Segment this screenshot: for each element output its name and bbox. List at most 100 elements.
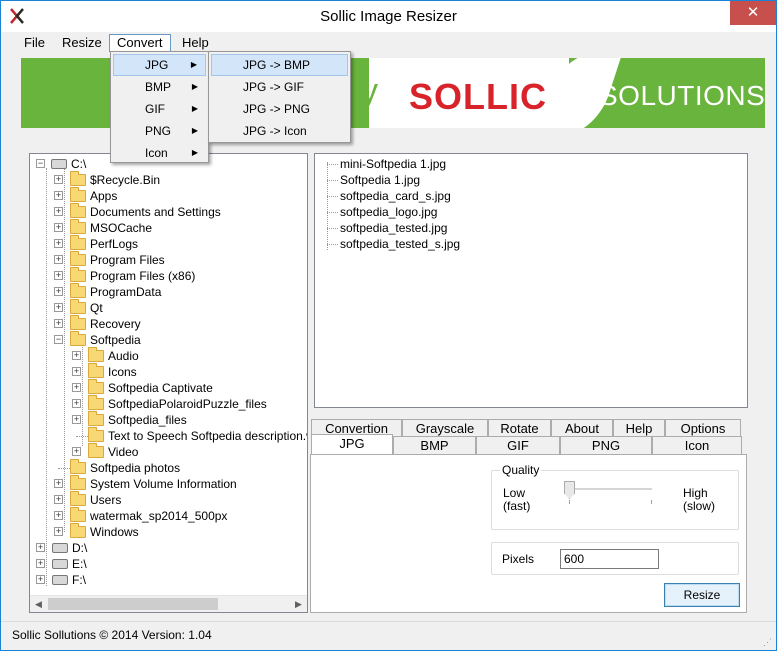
tree-node[interactable]: + Softpedia Captivate	[30, 379, 300, 396]
tree-node-drive[interactable]: + D:\	[30, 540, 300, 556]
expand-toggle-icon[interactable]: +	[54, 303, 63, 312]
convert-menu-item[interactable]: GIF ▶	[113, 98, 206, 120]
expand-toggle-icon[interactable]: +	[54, 239, 63, 248]
tab-icon[interactable]: Icon	[652, 436, 742, 454]
expand-toggle-icon[interactable]: +	[36, 575, 45, 584]
expand-toggle-icon[interactable]: +	[54, 479, 63, 488]
expand-toggle-icon[interactable]: +	[54, 527, 63, 536]
tree-node[interactable]: + Program Files	[30, 251, 300, 268]
tree-node[interactable]: + System Volume Information	[30, 475, 300, 492]
expand-toggle-icon[interactable]: +	[54, 287, 63, 296]
expand-toggle-icon[interactable]: +	[54, 223, 63, 232]
tab-help[interactable]: Help	[613, 419, 665, 437]
tree-node[interactable]: + Windows	[30, 523, 300, 540]
window-title: Sollic Image Resizer	[320, 8, 457, 25]
quality-slider-thumb[interactable]	[564, 481, 575, 499]
tree-node[interactable]: + Audio	[30, 347, 300, 364]
status-text: Sollic Sollutions © 2014 Version: 1.04	[12, 628, 212, 642]
submenu-arrow-icon: ▶	[191, 104, 198, 113]
tree-node[interactable]: + watermak_sp2014_500px	[30, 507, 300, 524]
tab-bmp[interactable]: BMP	[393, 436, 476, 454]
folder-icon	[70, 299, 86, 314]
expand-toggle-icon[interactable]: +	[72, 415, 81, 424]
tree-node[interactable]: + Users	[30, 491, 300, 508]
folder-icon	[70, 203, 86, 218]
expand-toggle-icon[interactable]: +	[54, 495, 63, 504]
tab-options[interactable]: Options	[665, 419, 741, 437]
scroll-thumb[interactable]	[48, 598, 218, 610]
tree-node[interactable]: + Icons	[30, 363, 300, 380]
submenu-arrow-icon: ▶	[191, 126, 198, 135]
scroll-left-icon[interactable]: ◀	[30, 596, 47, 612]
jpg-submenu: JPG -> BMP JPG -> GIF JPG -> PNG JPG -> Ico…	[208, 51, 351, 143]
folder-icon	[70, 459, 86, 474]
tree-node[interactable]: − Softpedia	[30, 331, 300, 348]
tab-rotate[interactable]: Rotate	[488, 419, 551, 437]
tree-node[interactable]: Text to Speech Softpedia description.wav	[30, 427, 307, 444]
tree-node[interactable]: + Documents and Settings	[30, 203, 300, 220]
convert-menu-item[interactable]: JPG ▶	[113, 54, 206, 76]
tab-gif[interactable]: GIF	[476, 436, 560, 454]
jpg-submenu-item[interactable]: JPG -> PNG	[211, 98, 348, 120]
tree-node[interactable]: + Qt	[30, 299, 300, 316]
resize-button[interactable]: Resize	[664, 583, 740, 607]
expand-toggle-icon[interactable]: +	[72, 367, 81, 376]
tree-node[interactable]: + $Recycle.Bin	[30, 171, 300, 188]
folder-icon	[70, 235, 86, 250]
tab-grayscale[interactable]: Grayscale	[402, 419, 488, 437]
menu-file[interactable]: File	[17, 34, 52, 52]
convert-menu-item[interactable]: Icon ▶	[113, 142, 206, 164]
resize-grip-icon[interactable]: ⋰	[763, 637, 773, 647]
tab-jpg[interactable]: JPG	[311, 434, 393, 454]
expand-toggle-icon[interactable]: +	[54, 319, 63, 328]
tree-node[interactable]: + ProgramData	[30, 283, 300, 300]
tree-node[interactable]: + SoftpediaPolaroidPuzzle_files	[30, 395, 300, 412]
file-list[interactable]: mini-Softpedia 1.jpg Softpedia 1.jpg softp…	[314, 153, 748, 408]
expand-toggle-icon[interactable]: +	[54, 191, 63, 200]
menu-convert[interactable]: Convert	[109, 34, 171, 52]
tree-horizontal-scrollbar[interactable]: ◀ ▶	[30, 595, 307, 612]
folder-icon	[70, 251, 86, 266]
tree-node[interactable]: + Video	[30, 443, 300, 460]
tree-node[interactable]: Softpedia photos	[30, 459, 300, 476]
expand-toggle-icon[interactable]: +	[72, 399, 81, 408]
folder-tree[interactable]: − C:\ + $Recycle.Bin + Apps + Documents and S…	[29, 153, 308, 613]
tree-node[interactable]: + Softpedia_files	[30, 411, 300, 428]
expand-toggle-icon[interactable]: +	[72, 351, 81, 360]
pixels-input[interactable]: 600	[560, 549, 659, 569]
expand-toggle-icon[interactable]: +	[72, 447, 81, 456]
expand-toggle-icon[interactable]: +	[54, 175, 63, 184]
folder-icon	[88, 395, 104, 410]
tree-node-drive[interactable]: + F:\	[30, 572, 300, 588]
expand-toggle-icon[interactable]: +	[54, 255, 63, 264]
close-button[interactable]: ✕	[730, 1, 776, 25]
jpg-submenu-item[interactable]: JPG -> BMP	[211, 54, 348, 76]
quality-slider-track[interactable]	[564, 488, 652, 490]
tree-node-drive[interactable]: + E:\	[30, 556, 300, 572]
expand-toggle-icon[interactable]: +	[54, 271, 63, 280]
title-bar: Sollic Image Resizer ✕	[1, 1, 776, 32]
expand-toggle-icon[interactable]: +	[36, 543, 45, 552]
expand-toggle-icon[interactable]: +	[54, 511, 63, 520]
scroll-right-icon[interactable]: ▶	[290, 596, 307, 612]
tab-png[interactable]: PNG	[560, 436, 652, 454]
menu-resize[interactable]: Resize	[55, 34, 109, 52]
tree-node[interactable]: + Recovery	[30, 315, 300, 332]
pixels-group: Pixels 600	[491, 542, 739, 575]
tree-node[interactable]: + MSOCache	[30, 219, 300, 236]
expand-toggle-icon[interactable]: +	[36, 559, 45, 568]
tree-node[interactable]: + Program Files (x86)	[30, 267, 300, 284]
expand-toggle-icon[interactable]: −	[54, 335, 63, 344]
tree-node[interactable]: + Apps	[30, 187, 300, 204]
jpg-submenu-item[interactable]: JPG -> Icon	[211, 120, 348, 142]
expand-toggle-icon[interactable]: +	[72, 383, 81, 392]
tree-node[interactable]: + PerfLogs	[30, 235, 300, 252]
folder-icon	[88, 379, 104, 394]
folder-icon	[88, 411, 104, 426]
convert-menu-item[interactable]: PNG ▶	[113, 120, 206, 142]
convert-menu-item[interactable]: BMP ▶	[113, 76, 206, 98]
menu-help[interactable]: Help	[175, 34, 216, 52]
expand-toggle-icon[interactable]: +	[54, 207, 63, 216]
tab-about[interactable]: About	[551, 419, 613, 437]
jpg-submenu-item[interactable]: JPG -> GIF	[211, 76, 348, 98]
